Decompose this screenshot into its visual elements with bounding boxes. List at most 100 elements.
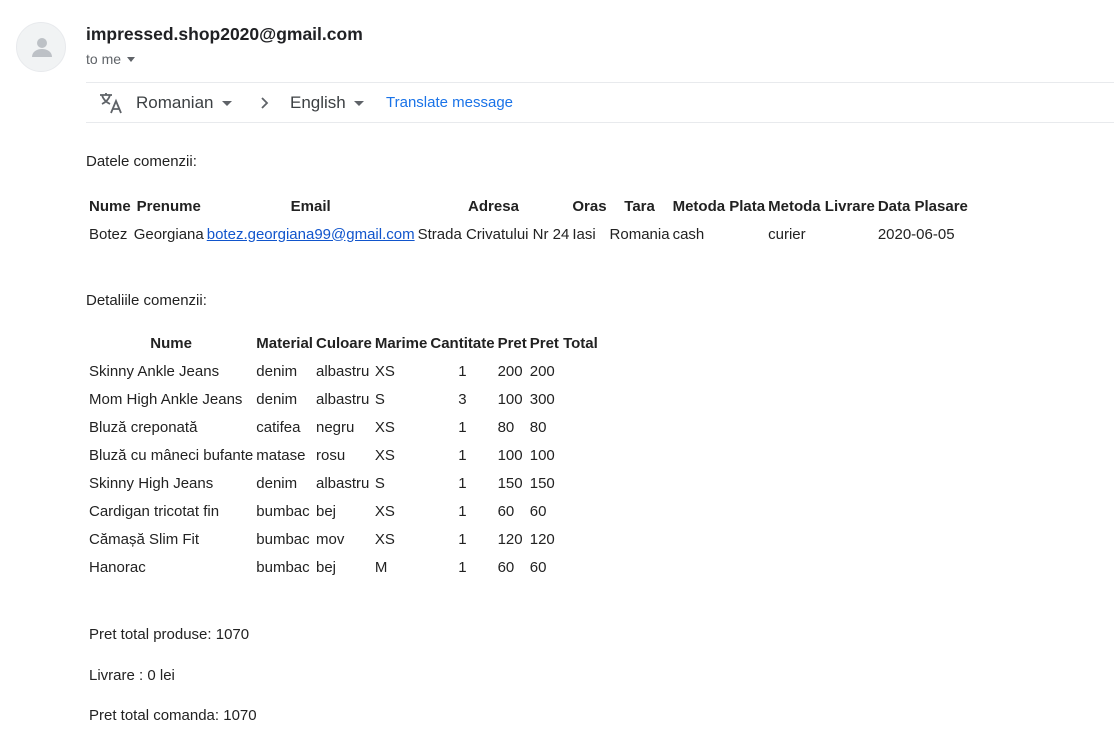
product-color: albastru [315,362,370,380]
product-quantity: 1 [458,418,467,436]
product-name: Mom High Ankle Jeans [89,390,243,408]
product-color: rosu [315,446,346,464]
product-name: Skinny Ankle Jeans [89,362,220,380]
product-material: denim [256,390,298,408]
product-color: mov [315,530,345,548]
column-header: Cantitate [430,335,495,352]
table-row: Bluză creponată catifea negru XS 1 80 80 [89,413,598,441]
product-name: Cardigan tricotat fin [89,502,220,520]
product-quantity: 1 [458,446,467,464]
product-name: Bluză cu mâneci bufante [89,446,254,464]
product-size: M [374,558,388,576]
source-language-select[interactable]: Romanian [136,93,232,113]
product-price: 100 [497,390,523,408]
product-price: 200 [497,362,523,380]
column-header: Email [290,198,331,215]
table-row: Cardigan tricotat fin bumbac bej XS 1 60… [89,497,598,525]
column-header: Nume [150,335,192,352]
product-material: bumbac [256,530,310,548]
product-material: bumbac [256,502,310,520]
product-size: S [374,390,385,408]
product-name: Skinny High Jeans [89,474,214,492]
order-total: Pret total comanda: 1070 [89,707,257,724]
person-icon [32,38,52,57]
product-color: bej [315,502,337,520]
column-header: Metoda Plata [672,198,766,215]
customer-email-cell: botez.georgiana99@gmail.com [207,220,415,248]
table-row: Mom High Ankle Jeans denim albastru S 3 … [89,385,598,413]
column-header: Tara [624,198,655,215]
delivery-cost: Livrare : 0 lei [89,667,175,684]
products-total: Pret total produse: 1070 [89,626,250,643]
product-quantity: 1 [458,474,467,492]
table-row: Botez Georgiana botez.georgiana99@gmail.… [89,220,968,248]
column-header: Adresa [468,198,519,215]
order-info-table: Nume Prenume Email Adresa Oras Tara Meto… [86,193,971,248]
column-header: Oras [572,198,607,215]
column-header: Material [256,335,313,352]
table-row: Bluză cu mâneci bufante matase rosu XS 1… [89,441,598,469]
column-header: Culoare [315,335,372,352]
customer-email-link[interactable]: botez.georgiana99@gmail.com [207,226,415,243]
sender-avatar[interactable] [16,22,66,72]
product-material: denim [256,474,298,492]
column-header: Metoda Livrare [768,198,875,215]
column-header: Nume [89,198,131,215]
table-row: Cămașă Slim Fit bumbac mov XS 1 120 120 [89,525,598,553]
product-size: XS [374,530,395,548]
product-material: bumbac [256,558,310,576]
column-header: Data Plasare [877,198,968,215]
order-details-table: Nume Material Culoare Marime Cantitate P… [86,330,601,581]
product-size: XS [374,418,395,436]
product-name: Hanorac [89,558,146,576]
product-price: 80 [497,418,515,436]
product-quantity: 1 [458,362,467,380]
product-size: XS [374,446,395,464]
product-color: bej [315,558,337,576]
target-language-select[interactable]: English [290,93,364,113]
customer-city: Iasi [572,225,596,243]
product-color: albastru [315,390,370,408]
product-total: 150 [529,474,555,492]
translate-bar: Romanian English Translate message [86,82,1114,123]
table-row: Skinny Ankle Jeans denim albastru XS 1 2… [89,357,598,385]
product-quantity: 1 [458,558,467,576]
product-total: 60 [529,558,547,576]
product-color: albastru [315,474,370,492]
product-name: Bluză creponată [89,418,198,436]
chevron-down-icon [353,100,364,106]
recipient-details-toggle[interactable]: to me [86,51,136,67]
order-date: 2020-06-05 [877,225,955,243]
order-details-heading: Detaliile comenzii: [86,292,207,309]
translate-message-link[interactable]: Translate message [386,94,513,111]
table-header-row: Nume Prenume Email Adresa Oras Tara Meto… [89,193,968,220]
product-total: 120 [529,530,555,548]
product-material: denim [256,362,298,380]
order-info-heading: Datele comenzii: [86,153,197,170]
table-row: Hanorac bumbac bej M 1 60 60 [89,553,598,581]
product-price: 150 [497,474,523,492]
chevron-right-icon [261,97,269,109]
table-header-row: Nume Material Culoare Marime Cantitate P… [89,330,598,357]
chevron-down-icon [127,56,136,62]
payment-method: cash [672,225,705,243]
product-size: XS [374,362,395,380]
sender-address: impressed.shop2020@gmail.com [86,24,363,44]
column-header: Prenume [136,198,201,215]
column-header: Marime [374,335,428,352]
recipient-label: to me [86,51,122,67]
product-quantity: 1 [458,530,467,548]
target-language-label: English [290,93,346,112]
customer-first-name: Georgiana [133,225,204,243]
source-language-label: Romanian [136,93,214,112]
translate-icon [100,93,122,114]
product-price: 120 [497,530,523,548]
product-quantity: 1 [458,502,467,520]
product-price: 60 [497,502,515,520]
product-material: catifea [256,418,301,436]
product-total: 60 [529,502,547,520]
product-total: 80 [529,418,547,436]
customer-last-name: Botez [89,225,128,243]
product-color: negru [315,418,355,436]
product-total: 300 [529,390,555,408]
